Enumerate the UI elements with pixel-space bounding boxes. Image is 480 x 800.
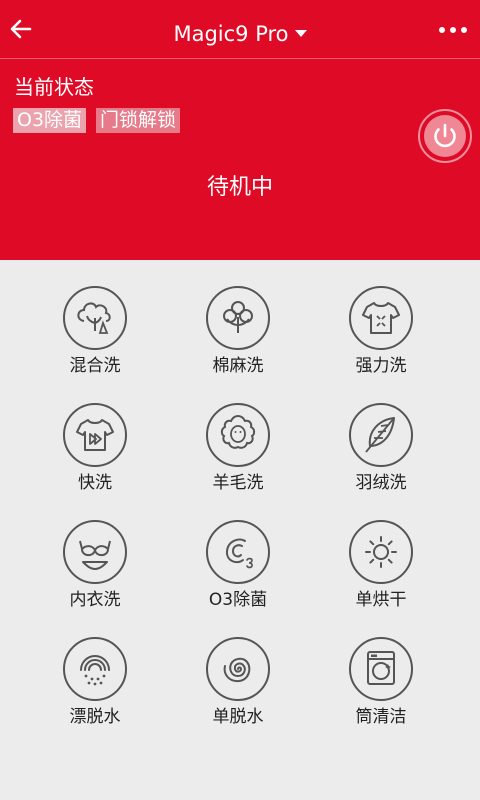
- device-title: Magic9 Pro: [173, 22, 289, 46]
- mode-mixed-wash[interactable]: 混合洗: [40, 285, 150, 385]
- mode-label: 快洗: [78, 473, 112, 493]
- power-button[interactable]: [417, 108, 473, 164]
- mode-label: 单烘干: [355, 590, 407, 610]
- drum-clean-icon: [349, 637, 413, 701]
- cotton-icon: [206, 286, 270, 350]
- mode-ozone[interactable]: O3除菌: [183, 519, 293, 619]
- mode-wool[interactable]: 羊毛洗: [183, 402, 293, 502]
- more-button[interactable]: [436, 20, 472, 40]
- top-bar: Magic9 Pro: [0, 0, 480, 59]
- mode-label: O3除菌: [208, 590, 268, 610]
- mode-label: 筒清洁: [355, 707, 407, 727]
- caret-down-icon: [294, 29, 307, 37]
- mode-rinse-spin[interactable]: 漂脱水: [40, 636, 150, 736]
- mode-spin-only[interactable]: 单脱水: [183, 636, 293, 736]
- mixed-wash-icon: [63, 286, 127, 350]
- wool-sheep-icon: [206, 403, 270, 467]
- dry-sun-icon: [349, 520, 413, 584]
- mode-cotton[interactable]: 棉麻洗: [183, 285, 293, 385]
- mode-dry-only[interactable]: 单烘干: [326, 519, 436, 619]
- mode-quick-wash[interactable]: 快洗: [40, 402, 150, 502]
- ozone-sterilize-icon: [206, 520, 270, 584]
- status-chip-ozone: O3除菌: [13, 108, 87, 133]
- mode-label: 强力洗: [355, 356, 407, 376]
- mode-label: 内衣洗: [69, 590, 121, 610]
- spin-spiral-icon: [206, 637, 270, 701]
- underwear-icon: [63, 520, 127, 584]
- mode-underwear[interactable]: 内衣洗: [40, 519, 150, 619]
- mode-label: 棉麻洗: [212, 356, 264, 376]
- heavy-shirt-icon: [349, 286, 413, 350]
- wash-mode-grid: 混合洗 棉麻洗 强力洗 快洗 羊毛洗 羽绒洗 内衣洗 O3除菌 单烘干 漂脱水 …: [0, 260, 480, 800]
- mode-label: 羽绒洗: [355, 473, 407, 493]
- power-icon: [418, 109, 472, 163]
- status-label: 当前状态: [14, 75, 94, 99]
- mode-label: 混合洗: [69, 356, 121, 376]
- mode-label: 漂脱水: [69, 707, 121, 727]
- status-chips: O3除菌 门锁解锁: [13, 108, 181, 133]
- mode-down[interactable]: 羽绒洗: [326, 402, 436, 502]
- status-header: Magic9 Pro 当前状态 O3除菌 门锁解锁 待机中: [0, 0, 480, 260]
- machine-state: 待机中: [206, 175, 273, 200]
- more-dots-icon: [439, 27, 467, 33]
- mode-label: 单脱水: [212, 707, 264, 727]
- mode-drum-clean[interactable]: 筒清洁: [326, 636, 436, 736]
- device-selector[interactable]: Magic9 Pro: [0, 20, 480, 48]
- mode-label: 羊毛洗: [212, 473, 264, 493]
- quick-wash-shirt-icon: [63, 403, 127, 467]
- rinse-spin-icon: [63, 637, 127, 701]
- status-chip-door: 门锁解锁: [96, 108, 181, 133]
- mode-heavy-wash[interactable]: 强力洗: [326, 285, 436, 385]
- down-feather-icon: [349, 403, 413, 467]
